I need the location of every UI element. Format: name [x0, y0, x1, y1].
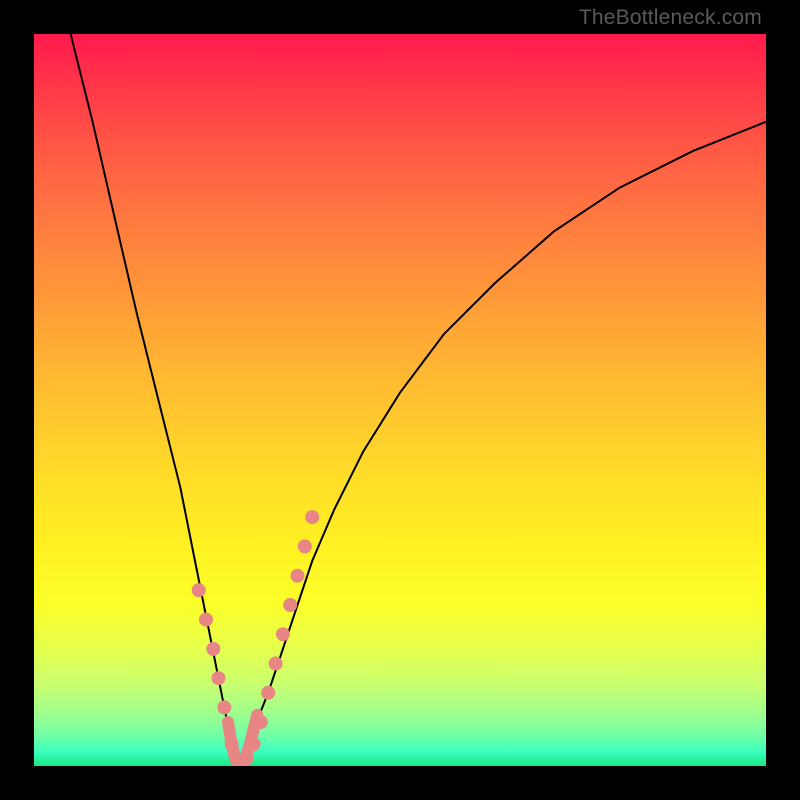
highlight-dot: [283, 598, 297, 612]
chart-svg: [34, 34, 766, 766]
highlight-dot: [239, 752, 253, 766]
highlight-dot: [212, 671, 226, 685]
highlight-dot: [291, 569, 305, 583]
highlight-dot: [276, 627, 290, 641]
highlight-dot: [206, 642, 220, 656]
plot-area: [34, 34, 766, 766]
highlight-dot: [247, 737, 261, 751]
highlight-dot: [254, 715, 268, 729]
highlight-dot: [261, 686, 275, 700]
highlight-dot: [298, 539, 312, 553]
highlight-dot: [225, 737, 239, 751]
highlight-dot: [217, 700, 231, 714]
bottleneck-curve: [71, 34, 766, 766]
chart-frame: TheBottleneck.com: [0, 0, 800, 800]
watermark-label: TheBottleneck.com: [579, 6, 762, 30]
highlight-dot: [269, 657, 283, 671]
highlight-dot: [305, 510, 319, 524]
highlight-dot: [199, 613, 213, 627]
highlight-dot: [192, 583, 206, 597]
